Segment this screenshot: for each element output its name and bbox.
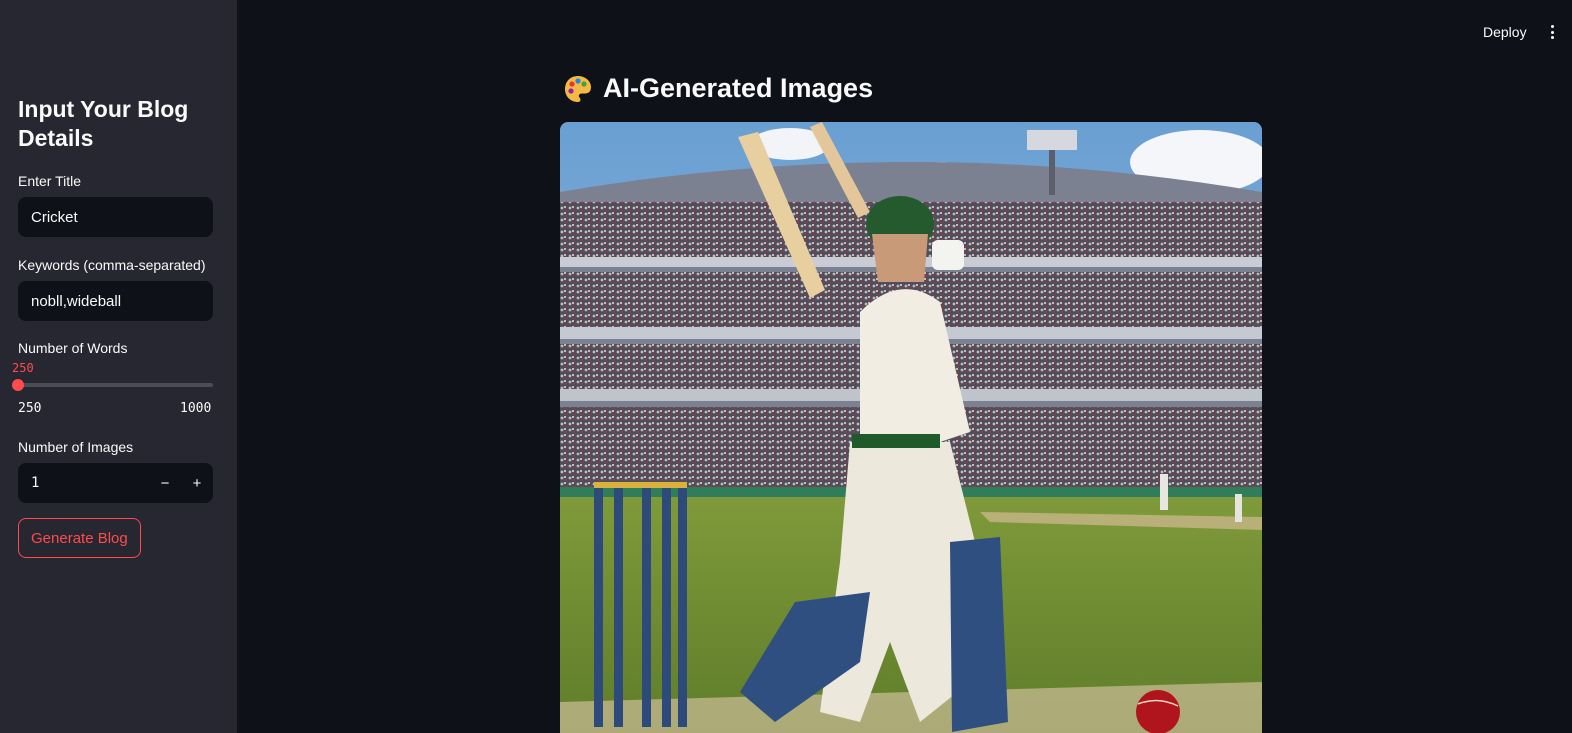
page-heading: AI-Generated Images [563,73,873,104]
keywords-label: Keywords (comma-separated) [18,257,206,273]
title-label: Enter Title [18,173,82,189]
images-stepper: 1 − + [18,463,213,503]
words-slider-value: 250 [12,361,34,375]
words-slider-max: 1000 [180,401,212,416]
artist-palette-icon [565,75,591,102]
sidebar: Input Your Blog Details Enter Title Cric… [0,0,237,733]
cricket-batsman-image [560,122,1262,733]
words-label: Number of Words [18,340,128,356]
title-input[interactable]: Cricket [18,197,213,237]
words-slider-track[interactable] [18,383,213,387]
keywords-input[interactable]: nobll,wideball [18,281,213,321]
sidebar-title: Input Your Blog Details [18,96,189,151]
deploy-button[interactable]: Deploy [1483,24,1527,40]
increment-button[interactable]: + [181,463,213,503]
decrement-button[interactable]: − [149,463,181,503]
words-slider-thumb[interactable] [12,379,24,391]
generate-blog-button[interactable]: Generate Blog [18,518,141,558]
words-slider-min: 250 [18,401,42,416]
kebab-menu-icon[interactable] [1546,23,1558,41]
page-title: AI-Generated Images [603,73,874,103]
images-label: Number of Images [18,439,134,455]
images-stepper-value[interactable]: 1 [18,475,149,491]
